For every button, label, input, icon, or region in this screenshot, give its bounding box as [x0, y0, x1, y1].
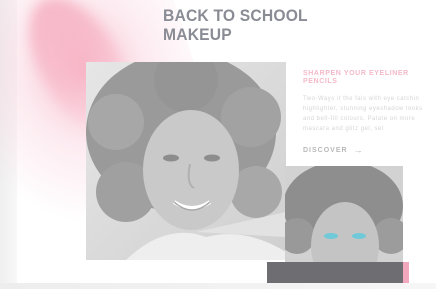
page: BACK TO SCHOOL MAKEUP SHARPEN YOUR EYELI… — [0, 0, 436, 289]
promo-body-line: mascara and glitz gel, set — [303, 126, 385, 132]
promo-title-line2: PENCILS — [303, 78, 338, 85]
promo-title-line1: SHARPEN YOUR EYELINER — [303, 70, 409, 77]
promo-body-line: highlighter, stunning eyeshadow looks — [303, 106, 423, 112]
discover-link[interactable]: DISCOVER → — [303, 145, 364, 155]
promo-description: Two-Ways it the fals with eye catchin hi… — [303, 94, 436, 134]
promo-body-line: and bell-fill colours. Palate on more — [303, 116, 416, 122]
page-title: BACK TO SCHOOL MAKEUP — [163, 6, 329, 44]
bottom-edge — [0, 283, 436, 289]
page-title-line2: MAKEUP — [163, 25, 232, 44]
main-portrait-photo — [86, 62, 286, 260]
promo-title: SHARPEN YOUR EYELINER PENCILS — [303, 70, 428, 86]
page-title-line1: BACK TO SCHOOL — [163, 6, 308, 25]
arrow-right-icon: → — [353, 145, 364, 155]
promo-body-line: Two-Ways it the fals with eye catchin — [303, 96, 420, 102]
discover-label: DISCOVER — [303, 146, 348, 154]
